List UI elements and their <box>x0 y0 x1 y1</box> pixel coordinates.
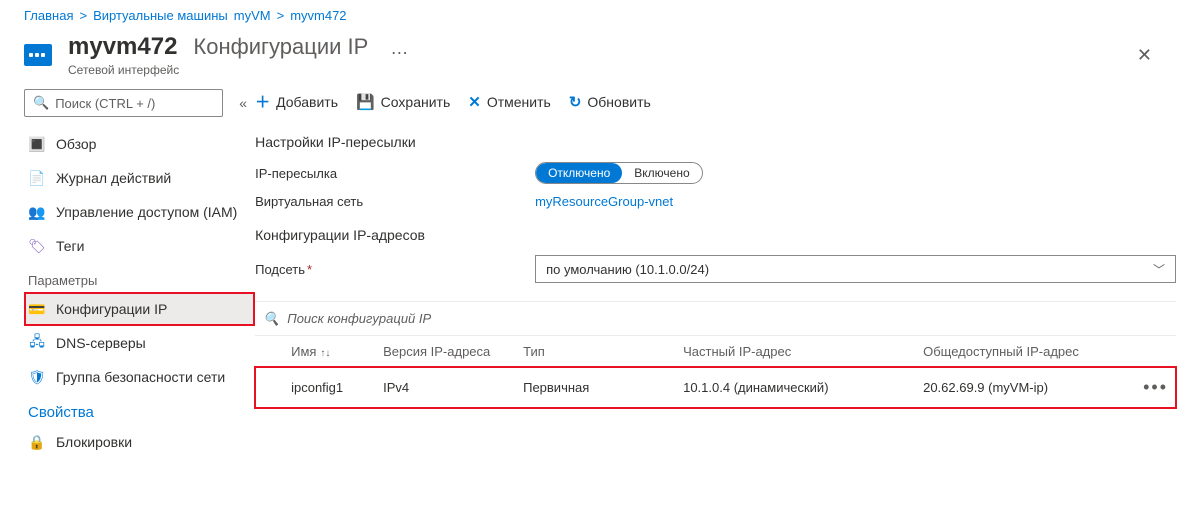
ip-forwarding-toggle[interactable]: Отключено Включено <box>535 162 703 184</box>
sidebar-item-label: Журнал действий <box>56 170 171 186</box>
ipconfig-table: 🔍 Поиск конфигураций IP Имя↑↓ Версия IP-… <box>255 301 1176 408</box>
breadcrumb-sep: > <box>79 8 87 23</box>
cell-type: Первичная <box>523 380 683 395</box>
main-content: ＋ Добавить 💾 Сохранить ✕ Отменить ↻ Обно… <box>255 83 1200 459</box>
sidebar-search-input[interactable]: 🔍 Поиск (CTRL + /) <box>24 89 223 117</box>
dns-icon: 🖧 <box>28 334 46 352</box>
blade-title: Конфигурации IP <box>193 34 368 60</box>
toolbar-label: Обновить <box>587 94 650 110</box>
chevron-down-icon: ﹀ <box>1153 261 1165 278</box>
breadcrumb-vm[interactable]: myVM <box>234 8 271 23</box>
discard-button[interactable]: ✕ Отменить <box>468 93 551 111</box>
sidebar-item-label: Обзор <box>56 136 96 152</box>
sidebar-section-parameters: Параметры <box>28 273 255 288</box>
sidebar-item-activity-log[interactable]: 📄 Журнал действий <box>24 161 255 195</box>
sort-icon: ↑↓ <box>320 348 330 359</box>
ip-forwarding-label: IP-пересылка <box>255 166 535 181</box>
ip-addresses-section-title: Конфигурации IP-адресов <box>255 227 1176 243</box>
col-private-ip[interactable]: Частный IP-адрес <box>683 344 923 359</box>
sidebar-item-label: Теги <box>56 238 84 254</box>
sidebar-item-nsg[interactable]: 🛡 Группа безопасности сети <box>24 360 255 394</box>
table-header: Имя↑↓ Версия IP-адреса Тип Частный IP-ад… <box>255 336 1176 367</box>
col-type[interactable]: Тип <box>523 344 683 359</box>
subnet-value: по умолчанию (10.1.0.0/24) <box>546 262 709 277</box>
ipconfig-filter-input[interactable]: 🔍 Поиск конфигураций IP <box>255 302 1176 336</box>
subnet-label: Подсеть* <box>255 262 535 277</box>
cell-version: IPv4 <box>383 380 523 395</box>
vnet-link[interactable]: myResourceGroup-vnet <box>535 194 673 209</box>
cell-public-ip: 20.62.69.9 (myVM-ip) <box>923 380 1143 395</box>
cell-name: ipconfig1 <box>263 380 383 395</box>
sidebar: 🔍 Поиск (CTRL + /) « 🔳 Обзор 📄 Журнал де… <box>0 83 255 459</box>
table-row[interactable]: ipconfig1 IPv4 Первичная 10.1.0.4 (динам… <box>255 367 1176 408</box>
shield-icon: 🛡 <box>28 368 46 386</box>
tags-icon: 🏷 <box>28 237 46 255</box>
sidebar-item-tags[interactable]: 🏷 Теги <box>24 229 255 263</box>
overview-icon: 🔳 <box>28 135 46 153</box>
sidebar-item-overview[interactable]: 🔳 Обзор <box>24 127 255 161</box>
sidebar-item-label: Группа безопасности сети <box>56 369 225 385</box>
resource-name: myvm472 <box>68 33 177 61</box>
col-name[interactable]: Имя↑↓ <box>263 344 383 359</box>
search-icon: 🔍 <box>33 95 49 111</box>
sidebar-item-ip-configurations[interactable]: 💳 Конфигурации IP <box>24 292 255 326</box>
refresh-button[interactable]: ↻ Обновить <box>569 93 651 111</box>
breadcrumb-home[interactable]: Главная <box>24 8 73 23</box>
ipconfig-filter-placeholder: Поиск конфигураций IP <box>287 311 431 326</box>
breadcrumb-sep: > <box>277 8 285 23</box>
col-version[interactable]: Версия IP-адреса <box>383 344 523 359</box>
add-button[interactable]: ＋ Добавить <box>255 91 338 112</box>
resource-type: Сетевой интерфейс <box>68 63 414 77</box>
header-more-button[interactable]: … <box>384 38 414 59</box>
sidebar-search-placeholder: Поиск (CTRL + /) <box>55 96 155 111</box>
blade-header: myvm472 Конфигурации IP … Сетевой интерф… <box>0 29 1200 77</box>
close-button[interactable]: ✕ <box>1131 39 1176 72</box>
sidebar-item-locks[interactable]: 🔒 Блокировки <box>24 425 255 459</box>
toggle-on[interactable]: Включено <box>622 163 701 183</box>
cell-private-ip: 10.1.0.4 (динамический) <box>683 380 923 395</box>
sidebar-item-label: Управление доступом (IAM) <box>56 204 237 220</box>
refresh-icon: ↻ <box>569 93 582 111</box>
ip-forwarding-section-title: Настройки IP-пересылки <box>255 134 1176 150</box>
sidebar-item-label: Блокировки <box>56 434 132 450</box>
search-icon: 🔍 <box>263 311 279 327</box>
sidebar-section-properties: Свойства <box>28 404 255 421</box>
sidebar-item-label: DNS-серверы <box>56 335 146 351</box>
save-icon: 💾 <box>356 93 375 111</box>
sidebar-item-label: Конфигурации IP <box>56 301 167 317</box>
breadcrumb-nic[interactable]: myvm472 <box>290 8 346 23</box>
toolbar-label: Добавить <box>276 94 338 110</box>
activity-log-icon: 📄 <box>28 169 46 187</box>
toolbar-label: Отменить <box>487 94 551 110</box>
ipconfig-icon: 💳 <box>28 300 46 318</box>
breadcrumb-vms[interactable]: Виртуальные машины <box>93 8 228 23</box>
toolbar: ＋ Добавить 💾 Сохранить ✕ Отменить ↻ Обно… <box>255 83 1176 126</box>
iam-icon: 👥 <box>28 203 46 221</box>
discard-icon: ✕ <box>468 93 481 111</box>
toolbar-label: Сохранить <box>381 94 451 110</box>
col-public-ip[interactable]: Общедоступный IP-адрес <box>923 344 1143 359</box>
sidebar-item-dns-servers[interactable]: 🖧 DNS-серверы <box>24 326 255 360</box>
lock-icon: 🔒 <box>28 433 46 451</box>
row-more-button[interactable]: ••• <box>1143 377 1168 397</box>
save-button[interactable]: 💾 Сохранить <box>356 93 450 111</box>
subnet-select[interactable]: по умолчанию (10.1.0.0/24) ﹀ <box>535 255 1176 283</box>
nic-resource-icon <box>24 44 52 66</box>
breadcrumb: Главная > Виртуальные машины myVM > myvm… <box>0 0 1200 29</box>
collapse-sidebar-button[interactable]: « <box>231 91 255 115</box>
toggle-off[interactable]: Отключено <box>536 163 622 183</box>
plus-icon: ＋ <box>255 91 270 112</box>
sidebar-item-iam[interactable]: 👥 Управление доступом (IAM) <box>24 195 255 229</box>
vnet-label: Виртуальная сеть <box>255 194 535 209</box>
